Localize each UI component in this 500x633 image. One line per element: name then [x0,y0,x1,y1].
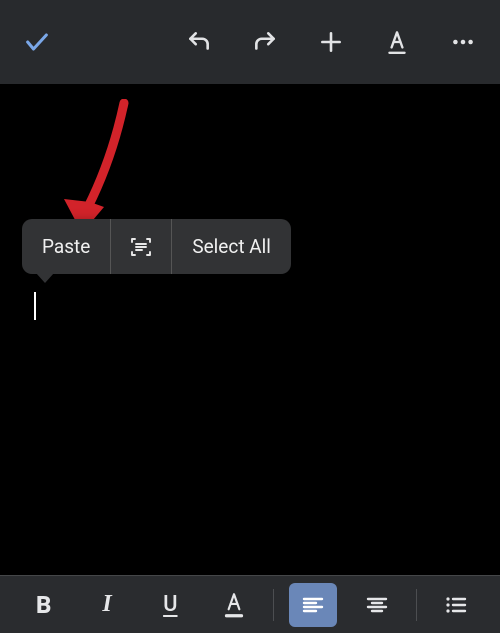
text-color-button[interactable] [210,583,258,627]
italic-button[interactable]: I [83,583,131,627]
select-all-menu-item[interactable]: Select All [172,219,291,274]
redo-icon [252,29,278,55]
text-context-menu: Paste Select All [22,219,291,274]
undo-button[interactable] [184,27,214,57]
more-icon [450,29,476,55]
bold-button[interactable]: B [20,583,68,627]
text-format-button[interactable] [382,27,412,57]
scan-text-icon [129,235,153,259]
redo-button[interactable] [250,27,280,57]
bold-icon: B [36,591,51,619]
underline-button[interactable]: U [146,583,194,627]
underline-icon: U [163,592,177,617]
text-format-icon [384,28,410,56]
document-editor-area[interactable]: Paste Select All [0,84,500,575]
toolbar-divider [416,589,417,621]
text-color-icon [221,590,247,620]
italic-icon: I [102,591,111,618]
undo-icon [186,29,212,55]
check-icon [23,28,51,56]
annotation-arrow [58,99,148,239]
text-cursor [34,292,36,320]
more-menu-button[interactable] [448,27,478,57]
bulleted-list-icon [443,593,469,617]
top-toolbar [0,0,500,84]
context-menu-tail [36,273,54,283]
align-left-button[interactable] [289,583,337,627]
insert-button[interactable] [316,27,346,57]
align-left-icon [301,593,325,617]
confirm-check-button[interactable] [22,27,52,57]
toolbar-divider [273,589,274,621]
align-center-icon [365,593,389,617]
paste-menu-item[interactable]: Paste [22,219,110,274]
bulleted-list-button[interactable] [432,583,480,627]
plus-icon [318,29,344,55]
format-toolbar: B I U [0,575,500,633]
scan-text-menu-item[interactable] [111,219,171,274]
align-center-button[interactable] [353,583,401,627]
